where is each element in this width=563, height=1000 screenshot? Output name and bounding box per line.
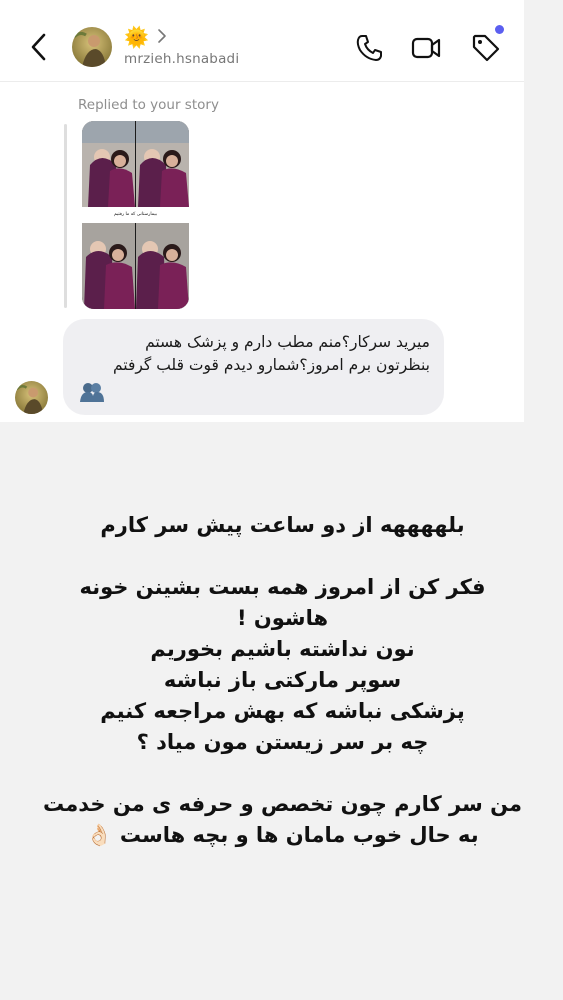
message-bubble[interactable]: میرید سرکار؟منم مطب دارم و پزشک هستم بنظ… [63,319,444,415]
overlay-line: سوپر مارکتی باز نباشه [163,668,402,692]
dm-thread-card: 🌞 mrzieh.hsnabadi Replied to your story [0,0,524,422]
notification-dot [495,25,504,34]
tag-icon[interactable] [470,32,502,64]
hug-emoji-icon [80,383,104,402]
message-line: میرید سرکار؟منم مطب دارم و پزشک هستم [145,333,430,351]
story-photo [82,121,135,207]
overlay-line: پزشکی نباشه که بهش مراجعه کنیم [100,699,465,723]
overlay-line: هاشون ! [236,606,329,630]
overlay-line: نون نداشته باشیم بخوریم [150,637,415,661]
story-photo [136,121,189,207]
video-icon[interactable] [410,32,442,64]
sun-emoji-icon: 🌞 [124,25,149,49]
story-caption: بیمارستانی که ما رفتیم [82,207,189,223]
reply-indicator-bar [64,124,67,308]
message-line: بنظرتون برم امروز؟شمارو دیدم قوت قلب گرف… [112,356,430,374]
overlay-line: به حال خوب مامان ها و بچه هاست 👌🏻 [86,823,479,847]
story-photo [136,223,189,309]
message-text: میرید سرکار؟منم مطب دارم و پزشک هستم بنظ… [70,331,430,377]
sender-avatar[interactable] [15,381,48,414]
username[interactable]: mrzieh.hsnabadi [124,51,239,67]
overlay-line: چه بر سر زیستن مون میاد ؟ [136,730,429,754]
overlay-line: من سر کارم چون تخصص و حرفه ی من خدمت [43,792,522,816]
story-thumbnail[interactable]: بیمارستانی که ما رفتیم [82,121,189,309]
story-overlay-text: بلههههه از دو ساعت پیش سر کارم فکر کن از… [30,510,535,851]
avatar[interactable] [72,27,112,67]
replied-label: Replied to your story [78,97,219,113]
overlay-line: بلههههه از دو ساعت پیش سر کارم [100,513,465,537]
chevron-right-icon[interactable] [157,28,167,44]
chat-header: 🌞 mrzieh.hsnabadi [0,0,524,82]
phone-icon[interactable] [354,32,386,64]
overlay-line: فکر کن از امروز همه بست بشینن خونه [79,575,486,599]
chevron-left-icon[interactable] [28,32,50,62]
story-photo [82,223,135,309]
